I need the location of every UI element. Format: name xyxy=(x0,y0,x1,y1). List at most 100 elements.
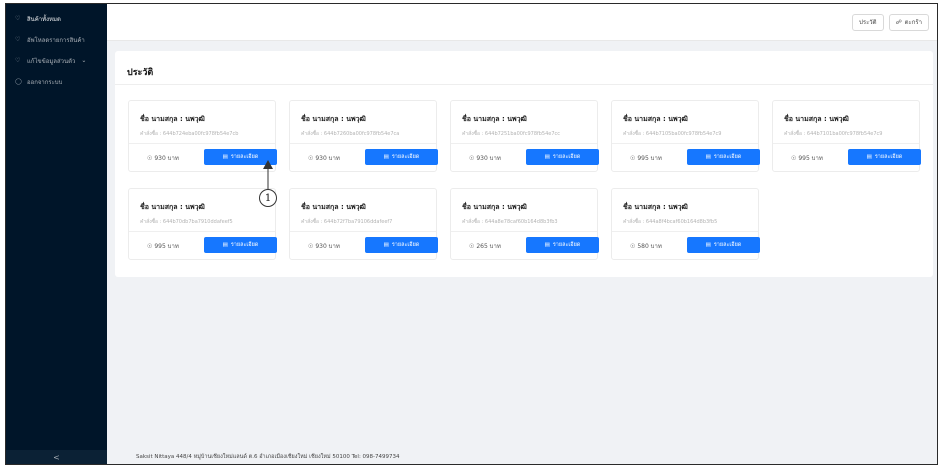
card-divider xyxy=(290,143,436,144)
history-panel: ประวัติ ชื่อ นามสกุล : นพวุฒิ คำสั่งซื้อ … xyxy=(115,51,933,277)
list-icon: ▤ xyxy=(383,242,389,248)
history-button-label: ประวัติ xyxy=(859,19,877,26)
details-button-label: รายละเอียด xyxy=(552,242,581,248)
sidebar-item-edit-profile[interactable]: ♡ แก้ไขข้อมูลส่วนตัว ⌄ xyxy=(6,50,107,71)
details-button[interactable]: ▤ รายละเอียด xyxy=(687,237,760,253)
list-icon: ▤ xyxy=(544,242,550,248)
cart-button-label: ตะกร้า xyxy=(904,19,922,26)
price-value: 930 บาท xyxy=(315,243,340,250)
sidebar-item-label: แก้ไขข้อมูลส่วนตัว xyxy=(27,57,76,65)
card-divider xyxy=(129,231,275,232)
customer-name: ชื่อ นามสกุล : นพวุฒิ xyxy=(462,115,527,123)
price-value: 930 บาท xyxy=(476,155,501,162)
price-value: 930 บาท xyxy=(315,155,340,162)
order-price: ☉ 930 บาท xyxy=(147,153,179,163)
details-button-label: รายละเอียด xyxy=(230,154,259,160)
order-card: ชื่อ นามสกุล : นพวุฒิ คำสั่งซื้อ : 644b71… xyxy=(611,100,760,172)
order-id: คำสั่งซื้อ : 644a8e78caf60b164d8b3fb3 xyxy=(462,219,558,225)
sidebar-item-label: ออกจากระบบ xyxy=(27,78,63,86)
order-price: ☉ 995 บาท xyxy=(630,153,662,163)
details-button[interactable]: ▤ รายละเอียด xyxy=(365,149,438,165)
list-icon: ▤ xyxy=(866,154,872,160)
list-icon: ▤ xyxy=(705,154,711,160)
card-divider xyxy=(612,143,758,144)
details-button[interactable]: ▤ รายละเอียด xyxy=(687,149,760,165)
user-icon: ♡ xyxy=(15,57,21,64)
list-icon: ▤ xyxy=(222,154,228,160)
order-card: ชื่อ นามสกุล : นพวุฒิ คำสั่งซื้อ : 644b72… xyxy=(289,100,438,172)
customer-name: ชื่อ นามสกุล : นพวุฒิ xyxy=(623,203,688,211)
details-button[interactable]: ▤ รายละเอียด xyxy=(848,149,921,165)
details-button[interactable]: ▤ รายละเอียด xyxy=(365,237,438,253)
details-button[interactable]: ▤ รายละเอียด xyxy=(526,237,599,253)
card-divider xyxy=(290,231,436,232)
order-id: คำสั่งซื้อ : 644b72f7ba79106ddafeef7 xyxy=(301,219,393,225)
coin-icon: ☉ xyxy=(630,155,636,162)
sidebar-item-all-products[interactable]: ♡ สินค้าทั้งหมด xyxy=(6,8,107,29)
details-button-label: รายละเอียด xyxy=(391,242,420,248)
cart-button[interactable]: ☍ ตะกร้า xyxy=(888,13,929,31)
details-button-label: รายละเอียด xyxy=(713,154,742,160)
order-card: ชื่อ นามสกุล : นพวุฒิคำสั่งซื้อ : 644a8e… xyxy=(450,188,599,260)
coin-icon: ☉ xyxy=(147,155,153,162)
order-id: คำสั่งซื้อ : 644b7105ba00fc978fb54e7c9 xyxy=(623,131,722,137)
customer-name: ชื่อ นามสกุล : นพวุฒิ xyxy=(140,115,205,123)
list-icon: ▤ xyxy=(544,154,550,160)
page-title: ประวัติ xyxy=(127,68,154,78)
price-value: 265 บาท xyxy=(476,243,501,250)
customer-name: ชื่อ นามสกุล : นพวุฒิ xyxy=(301,203,366,211)
app-window: ♡ สินค้าทั้งหมด ♡ อัพโหลดรายการสินค้า ♡ … xyxy=(5,3,938,465)
order-price: ☉ 930 บาท xyxy=(308,153,340,163)
sidebar-item-logout[interactable]: ◯ ออกจากระบบ xyxy=(6,71,107,92)
coin-icon: ☉ xyxy=(469,243,475,250)
callout-number: 1 xyxy=(259,189,277,207)
customer-name: ชื่อ นามสกุล : นพวุฒิ xyxy=(140,203,205,211)
order-id: คำสั่งซื้อ : 644b7101ba00fc978fb54e7c9 xyxy=(784,131,883,137)
sidebar-item-label: สินค้าทั้งหมด xyxy=(27,15,61,23)
order-card: ชื่อ นามสกุล : นพวุฒิคำสั่งซื้อ : 644b71… xyxy=(772,100,921,172)
order-id: คำสั่งซื้อ : 644b7251ba00fc978fb54e7cc xyxy=(462,131,561,137)
list-icon: ▤ xyxy=(383,154,389,160)
card-divider xyxy=(612,231,758,232)
coin-icon: ☉ xyxy=(469,155,475,162)
price-value: 995 บาท xyxy=(637,155,662,162)
customer-name: ชื่อ นามสกุล : นพวุฒิ xyxy=(784,115,849,123)
details-button-label: รายละเอียด xyxy=(874,154,903,160)
order-price: ☉ 995 บาท xyxy=(147,241,179,251)
details-button-label: รายละเอียด xyxy=(552,154,581,160)
order-card: ชื่อ นามสกุล : นพวุฒิคำสั่งซื้อ : 644b72… xyxy=(289,188,438,260)
details-button[interactable]: ▤ รายละเอียด xyxy=(526,149,599,165)
details-button-label: รายละเอียด xyxy=(713,242,742,248)
customer-name: ชื่อ นามสกุล : นพวุฒิ xyxy=(462,203,527,211)
details-button-label: รายละเอียด xyxy=(391,154,420,160)
chevron-down-icon: ⌄ xyxy=(81,57,87,64)
card-divider xyxy=(451,231,597,232)
cart-icon: ☍ xyxy=(895,18,902,26)
chevron-left-icon: < xyxy=(53,452,60,462)
order-price: ☉ 995 บาท xyxy=(791,153,823,163)
sidebar-item-label: อัพโหลดรายการสินค้า xyxy=(27,36,85,44)
card-divider xyxy=(451,143,597,144)
price-value: 930 บาท xyxy=(154,155,179,162)
main-content: ประวัติ ☍ ตะกร้า ประวัติ ชื่อ นามสกุล : … xyxy=(107,4,937,464)
order-price: ☉ 265 บาท xyxy=(469,241,501,251)
order-card: ชื่อ นามสกุล : นพวุฒิ คำสั่งซื้อ : 644b72… xyxy=(128,100,277,172)
order-card: ชื่อ นามสกุล : นพวุฒิคำสั่งซื้อ : 644b72… xyxy=(450,100,599,172)
list-icon: ▤ xyxy=(222,242,228,248)
sidebar-collapse-button[interactable]: < xyxy=(6,450,107,464)
list-icon: ▤ xyxy=(705,242,711,248)
order-price: ☉ 580 บาท xyxy=(630,241,662,251)
history-button[interactable]: ประวัติ xyxy=(852,13,884,31)
user-icon: ♡ xyxy=(15,15,21,22)
order-id: คำสั่งซื้อ : 644b7260ba00fc978fb54e7ca xyxy=(301,131,400,137)
coin-icon: ☉ xyxy=(147,243,153,250)
coin-icon: ☉ xyxy=(630,243,636,250)
order-card: ชื่อ นามสกุล : นพวุฒิ คำสั่งซื้อ : 644a8f… xyxy=(611,188,760,260)
coin-icon: ☉ xyxy=(791,155,797,162)
logout-icon: ◯ xyxy=(15,78,22,85)
top-bar: ประวัติ ☍ ตะกร้า xyxy=(107,4,937,41)
details-button[interactable]: ▤ รายละเอียด xyxy=(204,237,277,253)
details-button[interactable]: ▤ รายละเอียด xyxy=(204,149,277,165)
coin-icon: ☉ xyxy=(308,155,314,162)
sidebar-item-upload-products[interactable]: ♡ อัพโหลดรายการสินค้า xyxy=(6,29,107,50)
